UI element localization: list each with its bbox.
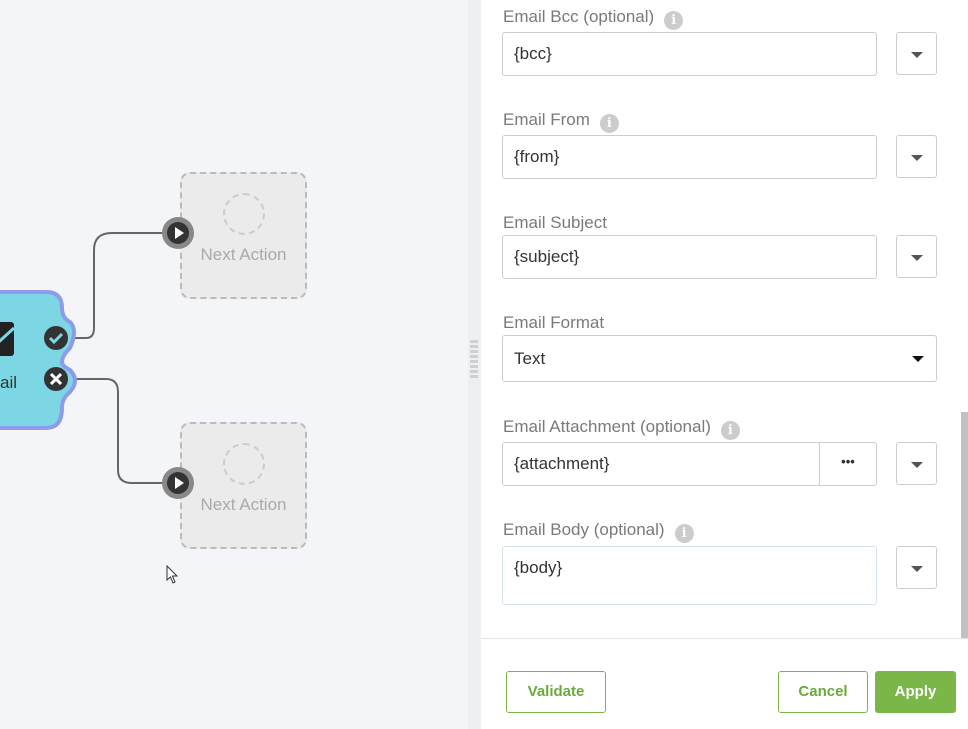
- subject-input[interactable]: {subject}: [502, 235, 877, 279]
- bcc-input[interactable]: {bcc}: [502, 32, 877, 76]
- mouse-cursor-icon: [166, 565, 179, 584]
- send-email-node: [0, 290, 77, 430]
- field-label: Email Bcc (optional) i: [503, 7, 684, 30]
- connectors: [0, 232, 165, 484]
- attachment-dropdown-button[interactable]: [896, 442, 937, 485]
- play-connector-icon[interactable]: [162, 467, 194, 499]
- field-label: Email From i: [503, 110, 619, 133]
- subject-dropdown-button[interactable]: [896, 235, 937, 278]
- next-action-slot[interactable]: Next Action: [180, 172, 307, 299]
- field-label: Email Subject: [503, 213, 607, 232]
- format-value: Text: [514, 349, 546, 368]
- body-dropdown-button[interactable]: [896, 546, 937, 589]
- format-select[interactable]: Text: [502, 335, 937, 382]
- from-dropdown-button[interactable]: [896, 135, 937, 178]
- grip-icon: [470, 340, 478, 380]
- apply-button[interactable]: Apply: [875, 671, 956, 713]
- workflow-canvas[interactable]: ail Next Action Next Action: [0, 0, 468, 729]
- attachment-input[interactable]: {attachment}: [502, 442, 820, 486]
- failure-connector: [76, 378, 165, 484]
- cancel-button[interactable]: Cancel: [778, 671, 868, 713]
- browse-button[interactable]: •••: [819, 442, 877, 486]
- next-action-slot[interactable]: Next Action: [180, 422, 307, 549]
- info-icon[interactable]: i: [664, 11, 684, 30]
- next-action-label: Next Action: [200, 245, 287, 264]
- field-label: Email Body (optional) i: [503, 520, 694, 543]
- next-action-label: Next Action: [200, 495, 287, 514]
- info-icon[interactable]: i: [674, 524, 694, 543]
- caret-down-icon: [912, 356, 924, 362]
- from-input[interactable]: {from}: [502, 135, 877, 179]
- node-label: ail: [0, 373, 18, 392]
- scrollbar-thumb[interactable]: [961, 412, 968, 638]
- bcc-dropdown-button[interactable]: [896, 32, 937, 75]
- footer-divider: [481, 638, 968, 639]
- success-connector: [72, 232, 165, 339]
- play-connector-icon[interactable]: [162, 217, 194, 249]
- field-label: Email Format: [503, 313, 605, 332]
- field-label: Email Attachment (optional) i: [503, 417, 740, 440]
- info-icon[interactable]: i: [599, 114, 619, 133]
- info-icon[interactable]: i: [720, 421, 740, 440]
- validate-button[interactable]: Validate: [506, 671, 606, 713]
- body-textarea[interactable]: {body}: [502, 546, 877, 605]
